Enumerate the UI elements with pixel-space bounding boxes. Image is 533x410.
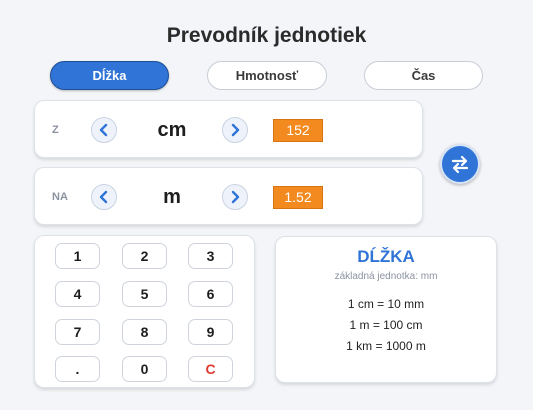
tab-weight[interactable]: Hmotnosť <box>207 61 327 90</box>
key-5[interactable]: 5 <box>122 281 167 307</box>
conversion-item: 1 m = 100 cm <box>349 318 423 332</box>
tab-length[interactable]: Dĺžka <box>50 61 169 90</box>
to-unit-row: NA m 1.52 <box>34 167 423 225</box>
key-8[interactable]: 8 <box>122 319 167 345</box>
to-prev-unit-button[interactable] <box>91 184 117 210</box>
chevron-left-icon <box>99 190 108 204</box>
conversion-item: 1 cm = 10 mm <box>347 297 425 311</box>
to-value-display: 1.52 <box>273 186 323 209</box>
from-label: Z <box>52 124 59 136</box>
key-0[interactable]: 0 <box>122 356 167 382</box>
from-next-unit-button[interactable] <box>222 117 248 143</box>
key-decimal[interactable]: . <box>55 356 100 382</box>
chevron-right-icon <box>231 123 240 137</box>
to-unit: m <box>163 186 181 208</box>
key-1[interactable]: 1 <box>55 243 100 269</box>
key-2[interactable]: 2 <box>122 243 167 269</box>
chevron-right-icon <box>231 190 240 204</box>
unit-info-panel: DĹŽKA základná jednotka: mm 1 cm = 10 mm… <box>275 236 497 383</box>
base-unit-note: základná jednotka: mm <box>334 271 438 282</box>
chevron-left-icon <box>99 123 108 137</box>
from-prev-unit-button[interactable] <box>91 117 117 143</box>
from-value-input[interactable]: 152 <box>273 119 323 142</box>
tab-time[interactable]: Čas <box>364 61 483 90</box>
conversion-list: 1 cm = 10 mm 1 m = 100 cm 1 km = 1000 m <box>276 294 496 357</box>
page-title: Prevodník jednotiek <box>166 24 367 47</box>
key-6[interactable]: 6 <box>188 281 233 307</box>
info-title: DĹŽKA <box>357 247 415 266</box>
swap-arrows-icon <box>451 155 469 174</box>
key-9[interactable]: 9 <box>188 319 233 345</box>
from-unit-row: Z cm 152 <box>34 100 423 158</box>
swap-units-button[interactable] <box>440 144 480 184</box>
to-next-unit-button[interactable] <box>222 184 248 210</box>
to-label: NA <box>52 191 68 203</box>
clear-button[interactable]: C <box>188 356 233 382</box>
from-unit: cm <box>157 119 187 141</box>
category-tabs: Dĺžka Hmotnosť Čas <box>50 61 490 91</box>
number-keypad: 1 2 3 4 5 6 7 8 9 . 0 C <box>34 235 255 388</box>
key-3[interactable]: 3 <box>188 243 233 269</box>
key-4[interactable]: 4 <box>55 281 100 307</box>
conversion-item: 1 km = 1000 m <box>346 339 426 353</box>
key-7[interactable]: 7 <box>55 319 100 345</box>
